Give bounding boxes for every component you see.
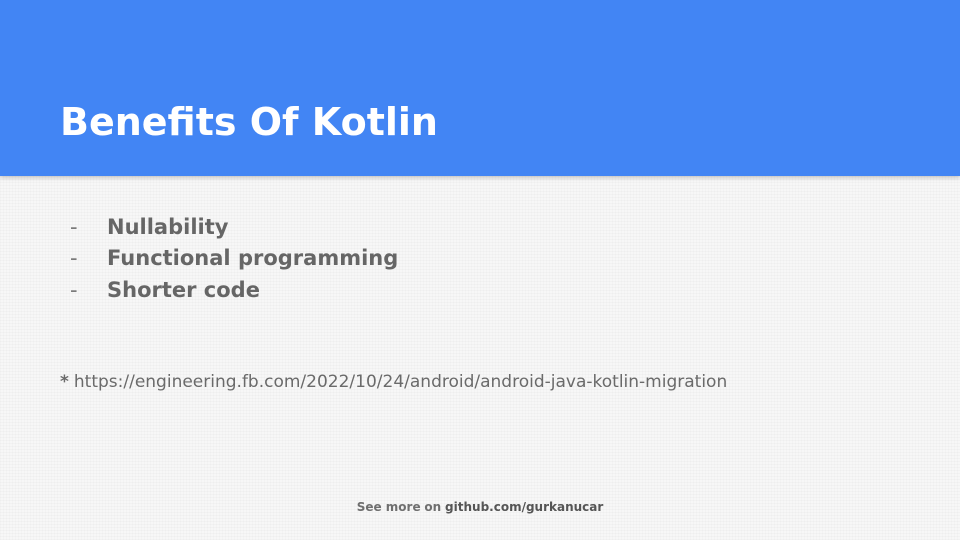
bullet-item: - Functional programming: [70, 243, 398, 275]
bullet-marker: -: [70, 214, 78, 239]
bullet-text: Nullability: [107, 214, 229, 239]
footer-github-link[interactable]: github.com/gurkanucar: [445, 500, 603, 514]
slide-title: Benefits Of Kotlin: [60, 100, 438, 144]
bullet-marker: -: [70, 246, 78, 271]
header-banner: Benefits Of Kotlin: [0, 0, 960, 176]
bullet-text: Functional programming: [107, 246, 399, 271]
bullet-item: - Shorter code: [70, 274, 398, 306]
footnote: * https://engineering.fb.com/2022/10/24/a…: [60, 372, 727, 392]
bullet-marker: -: [70, 277, 78, 302]
footnote-marker: *: [60, 372, 69, 392]
footer: See more on github.com/gurkanucar: [0, 500, 960, 514]
bullet-item: - Nullability: [70, 211, 398, 243]
bullet-list: - Nullability - Functional programming -…: [70, 211, 398, 306]
footnote-link[interactable]: https://engineering.fb.com/2022/10/24/an…: [74, 372, 727, 392]
footer-connector: on: [424, 500, 442, 514]
footer-prefix: See more: [356, 500, 421, 514]
bullet-text: Shorter code: [107, 277, 260, 302]
slide: Benefits Of Kotlin - Nullability - Funct…: [0, 0, 960, 540]
